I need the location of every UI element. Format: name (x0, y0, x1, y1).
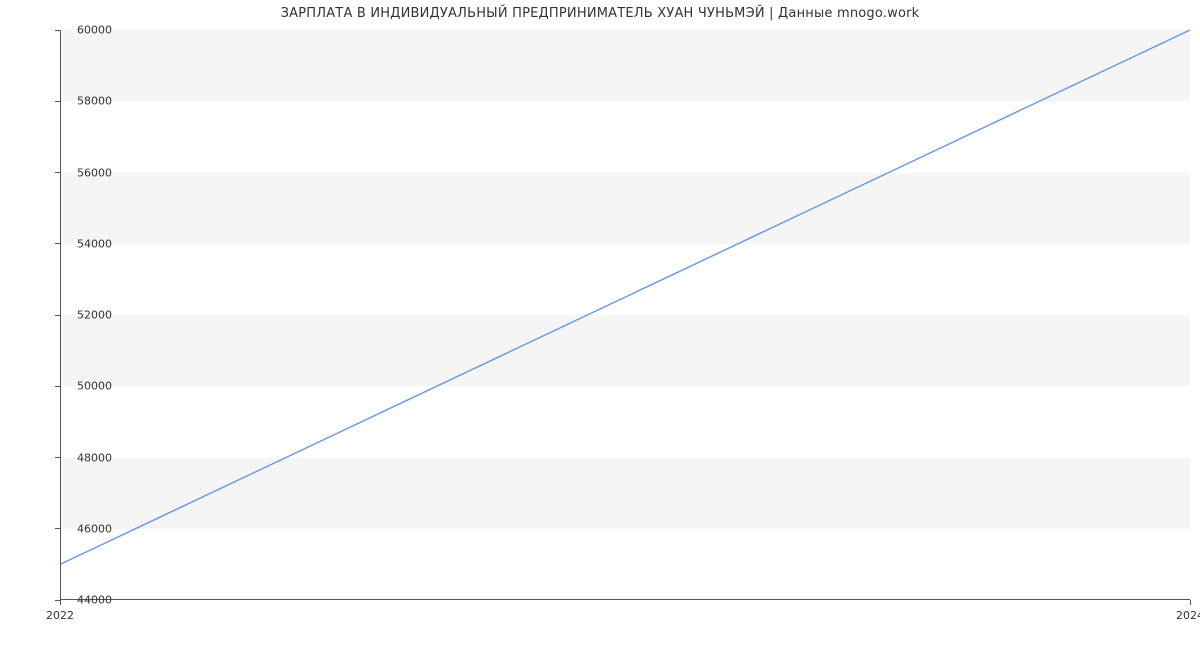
x-tick-label: 2022 (46, 609, 74, 622)
y-tick-label: 50000 (60, 380, 112, 393)
x-axis-line (60, 599, 1190, 600)
y-tick-label: 44000 (60, 594, 112, 607)
y-tick-label: 54000 (60, 237, 112, 250)
y-tick-label: 60000 (60, 24, 112, 37)
x-tick-mark (1190, 600, 1191, 605)
y-tick-label: 58000 (60, 95, 112, 108)
y-tick-label: 48000 (60, 451, 112, 464)
x-tick-label: 2024 (1176, 609, 1200, 622)
chart-title: ЗАРПЛАТА В ИНДИВИДУАЛЬНЫЙ ПРЕДПРИНИМАТЕЛ… (0, 6, 1200, 21)
y-tick-label: 52000 (60, 309, 112, 322)
chart-container: ЗАРПЛАТА В ИНДИВИДУАЛЬНЫЙ ПРЕДПРИНИМАТЕЛ… (0, 0, 1200, 650)
series-line (60, 30, 1190, 564)
y-tick-label: 56000 (60, 166, 112, 179)
x-tick-mark (60, 600, 61, 605)
y-tick-label: 46000 (60, 522, 112, 535)
line-layer (60, 30, 1190, 600)
plot-area: 4400046000480005000052000540005600058000… (60, 30, 1190, 600)
